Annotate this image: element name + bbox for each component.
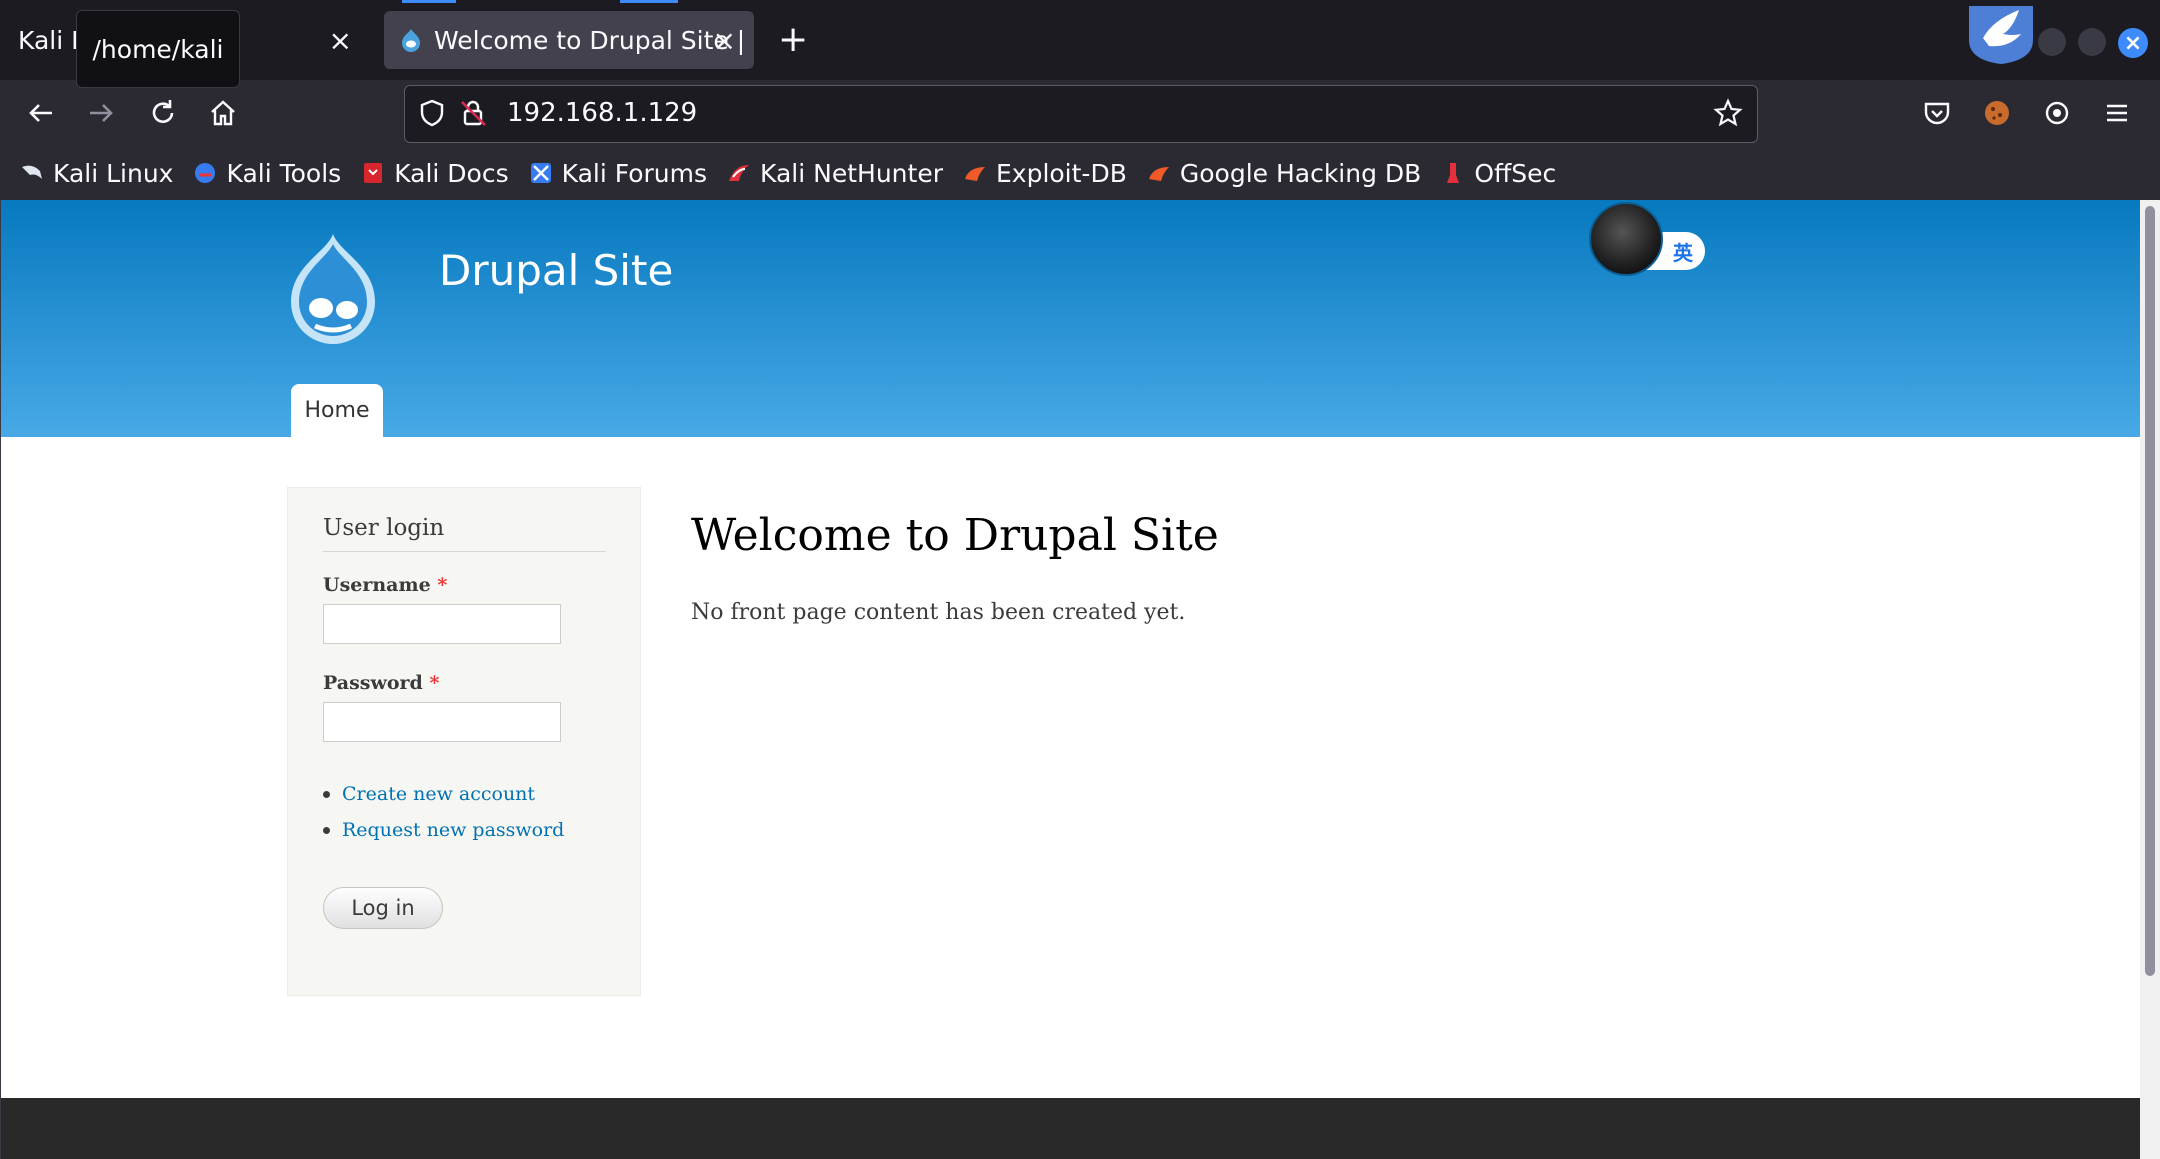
navigation-toolbar: 192.168.1.129 — [0, 80, 2160, 146]
page-content: Drupal Site Home 英 User login Username *… — [0, 200, 2141, 1159]
offsec-icon — [1447, 163, 1460, 183]
bookmark-star-icon[interactable] — [1713, 98, 1743, 128]
request-password-link[interactable]: Request new password — [342, 819, 564, 841]
bookmark-kali-tools[interactable]: Kali Tools — [193, 159, 341, 188]
window-minimize-button[interactable] — [2038, 28, 2066, 56]
username-label: Username * — [323, 574, 447, 596]
nav-home-tab[interactable]: Home — [291, 384, 383, 437]
menu-button[interactable] — [2100, 96, 2134, 130]
insecure-lock-icon[interactable] — [459, 98, 489, 128]
bookmark-kali-linux[interactable]: Kali Linux — [20, 159, 173, 188]
ghdb-icon — [1148, 167, 1169, 181]
window-close-button[interactable]: × — [2118, 28, 2148, 58]
shield-icon[interactable] — [417, 98, 447, 128]
tab-indicator — [402, 0, 456, 3]
bookmark-label: Kali NetHunter — [760, 158, 943, 188]
password-label-text: Password — [323, 672, 423, 694]
bookmark-kali-docs[interactable]: Kali Docs — [361, 158, 509, 188]
bookmark-exploit-db[interactable]: Exploit-DB — [963, 159, 1127, 188]
password-label: Password * — [323, 672, 439, 694]
tab-close-icon[interactable]: × — [329, 24, 352, 57]
drupal-logo-icon[interactable] — [283, 230, 383, 345]
page-message: No front page content has been created y… — [691, 600, 1186, 625]
user-login-block: User login Username * Password * Create … — [287, 487, 641, 996]
page-scrollbar[interactable] — [2140, 200, 2160, 1159]
tab-strip: Kali Li × Welcome to Drupal Site | × /ho… — [0, 0, 2160, 88]
cookie-extension-button[interactable] — [1980, 96, 2014, 130]
pocket-icon — [1924, 102, 1950, 125]
required-marker: * — [437, 574, 448, 596]
cookie-icon — [1985, 101, 2009, 125]
bird-logo-icon[interactable] — [1963, 0, 2039, 66]
login-button[interactable]: Log in — [323, 887, 443, 929]
password-field[interactable] — [323, 702, 561, 742]
username-field[interactable] — [323, 604, 561, 644]
list-item: Request new password — [323, 812, 564, 848]
kali-nethunter-icon — [729, 165, 750, 181]
bookmark-google-hacking-db[interactable]: Google Hacking DB — [1147, 159, 1421, 188]
pocket-button[interactable] — [1920, 96, 1954, 130]
bullet — [323, 826, 330, 834]
bookmark-label: Kali Linux — [53, 158, 174, 188]
bookmark-label: Exploit-DB — [995, 158, 1127, 188]
kali-forums-icon — [530, 163, 551, 183]
bookmark-kali-nethunter[interactable]: Kali NetHunter — [727, 159, 943, 188]
avatar[interactable] — [1589, 202, 1663, 276]
bookmarks-toolbar: Kali Linux Kali Tools Kali Docs Kali For… — [0, 146, 2160, 201]
tab-title: Welcome to Drupal Site | — [434, 25, 746, 55]
home-button[interactable] — [206, 96, 240, 130]
site-footer — [1, 1098, 2141, 1159]
bullet — [323, 790, 330, 798]
forward-button[interactable] — [84, 96, 118, 130]
required-marker: * — [429, 672, 440, 694]
window-maximize-button[interactable] — [2078, 28, 2106, 56]
create-account-link[interactable]: Create new account — [342, 783, 535, 805]
exploit-db-icon — [964, 167, 985, 181]
tab-indicator — [620, 0, 678, 3]
bookmark-label: Kali Forums — [561, 158, 708, 188]
list-item: Create new account — [323, 776, 564, 812]
site-header: Drupal Site Home 英 — [1, 200, 2141, 437]
login-block-title: User login — [323, 515, 606, 552]
scrollbar-thumb[interactable] — [2145, 206, 2155, 976]
username-label-text: Username — [323, 574, 431, 596]
hamburger-menu-icon — [2107, 104, 2127, 122]
bookmark-label: Google Hacking DB — [1179, 158, 1422, 188]
login-links: Create new account Request new password — [323, 776, 564, 848]
tab-drupal-site[interactable]: Welcome to Drupal Site | × — [384, 11, 754, 69]
site-name[interactable]: Drupal Site — [439, 246, 673, 295]
tab-tooltip: /home/kali — [76, 10, 240, 88]
extension-gear-icon — [2045, 101, 2069, 125]
url-text[interactable]: 192.168.1.129 — [507, 98, 697, 128]
new-tab-button[interactable]: + — [778, 22, 808, 58]
arrow-left-icon — [29, 104, 52, 122]
drupal-favicon-icon — [402, 29, 420, 52]
kali-tools-icon — [195, 163, 216, 183]
bookmark-label: Kali Docs — [394, 158, 509, 188]
reload-button[interactable] — [146, 96, 180, 130]
arrow-right-icon — [90, 104, 113, 122]
bookmark-label: Kali Tools — [226, 158, 342, 188]
kali-dragon-icon — [22, 165, 42, 179]
bookmark-label: OffSec — [1474, 158, 1557, 188]
url-bar[interactable]: 192.168.1.129 — [404, 85, 1758, 143]
reload-icon — [152, 100, 174, 123]
back-button[interactable] — [24, 96, 58, 130]
home-icon — [211, 100, 235, 126]
page-title: Welcome to Drupal Site — [691, 510, 1219, 561]
bookmark-offsec[interactable]: OffSec — [1441, 159, 1556, 188]
extension-button[interactable] — [2040, 96, 2074, 130]
kali-docs-icon — [364, 163, 383, 183]
tab-close-icon[interactable]: × — [713, 24, 736, 57]
bookmark-kali-forums[interactable]: Kali Forums — [529, 159, 707, 188]
